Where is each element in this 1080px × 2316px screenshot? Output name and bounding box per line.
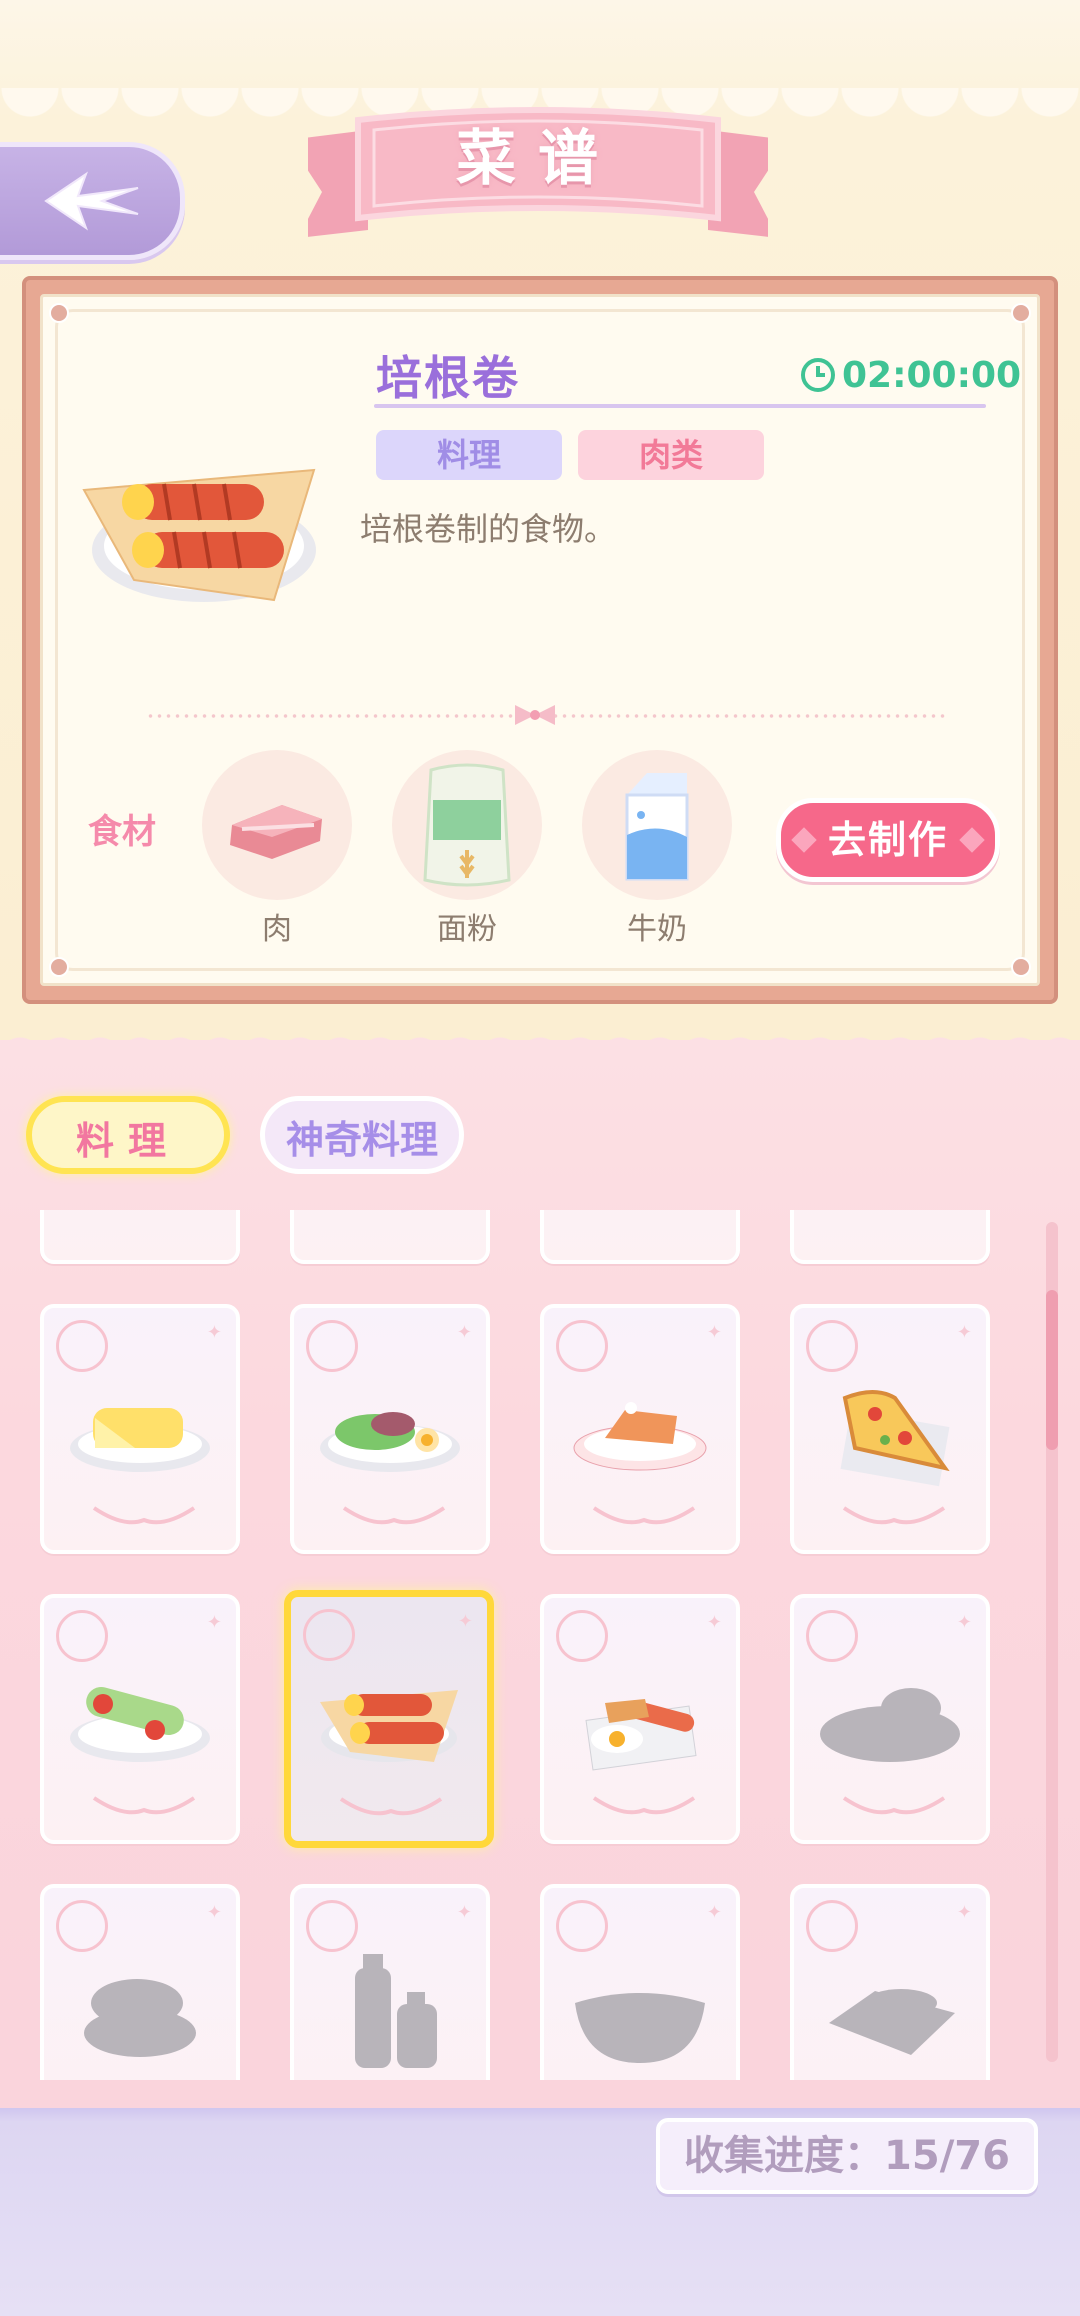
ingredient-flour[interactable] xyxy=(392,750,542,900)
salad-platter-icon xyxy=(320,1412,460,1472)
recipe-card-locked[interactable]: ✦ xyxy=(290,1884,490,2080)
clock-icon xyxy=(801,358,835,392)
back-arrow-icon xyxy=(43,171,138,231)
ingredient-flour-label: 面粉 xyxy=(437,912,497,947)
tab-magic-cuisine[interactable]: 神奇料理 xyxy=(260,1096,464,1174)
name-underline xyxy=(374,404,986,408)
ingredient-meat-label: 肉 xyxy=(262,912,292,947)
cook-timer: 02:00:00 xyxy=(800,350,1021,400)
recipe-card-locked[interactable]: ✦ xyxy=(790,1594,990,1844)
cake-slice-icon xyxy=(573,1402,707,1471)
recipe-card[interactable]: ✦ xyxy=(540,1304,740,1554)
cheese-omelette-icon xyxy=(70,1408,210,1472)
bow-icon xyxy=(515,705,555,725)
tag-type: 肉类 xyxy=(578,430,764,480)
recipe-grid: ✦ ✦ ✦ ✦ ✦ ✦ ✦ ✦ ✦ ✦ ✦ ✦ xyxy=(0,1210,1080,2080)
recipe-card[interactable]: ✦ xyxy=(540,1594,740,1844)
recipe-card[interactable]: ✦ xyxy=(290,1304,490,1554)
recipe-card-locked[interactable]: ✦ xyxy=(40,1884,240,2080)
pizza-slice-icon xyxy=(840,1390,950,1487)
ingredient-milk-label: 牛奶 xyxy=(627,912,687,947)
locked-bottles-icon xyxy=(355,1954,437,2068)
collection-progress: 收集进度：15/76 xyxy=(656,2118,1038,2194)
recipe-card[interactable]: ✦ xyxy=(40,1594,240,1844)
ingredient-meat[interactable] xyxy=(202,750,352,900)
recipe-card[interactable] xyxy=(540,1210,740,1264)
locked-tray-icon xyxy=(829,1989,955,2055)
recipe-card-locked[interactable]: ✦ xyxy=(540,1884,740,2080)
recipe-card[interactable]: ✦ xyxy=(40,1304,240,1554)
tag-category: 料理 xyxy=(376,430,562,480)
breakfast-plate-icon xyxy=(585,1699,697,1771)
back-button[interactable] xyxy=(0,142,185,260)
list-scrollbar-thumb[interactable] xyxy=(1046,1290,1058,1450)
locked-pancake-icon xyxy=(84,1979,196,2057)
locked-dish-icon xyxy=(820,1688,960,1762)
title-ribbon: 菜谱 xyxy=(308,100,768,250)
recipe-name: 培根卷 xyxy=(376,351,520,405)
make-button[interactable]: 去制作 xyxy=(776,798,1000,882)
milk-carton-icon xyxy=(625,773,689,881)
make-button-label: 去制作 xyxy=(827,818,948,862)
flour-bag-icon xyxy=(423,763,511,887)
meat-icon xyxy=(230,805,322,859)
recipe-card[interactable] xyxy=(40,1210,240,1264)
recipe-description: 培根卷制的食物。 xyxy=(360,510,617,548)
recipe-card[interactable] xyxy=(290,1210,490,1264)
bacon-roll-icon xyxy=(320,1690,458,1762)
recipe-card[interactable] xyxy=(790,1210,990,1264)
list-scallop-trim xyxy=(0,1030,1080,1060)
bacon-roll-dish-icon xyxy=(82,468,316,602)
recipe-card-selected[interactable]: ✦ xyxy=(284,1590,494,1848)
ingredients-label: 食材 xyxy=(88,812,156,852)
page-title: 菜谱 xyxy=(456,124,620,194)
tab-cuisine[interactable]: 料理 xyxy=(26,1096,230,1174)
recipe-card-locked[interactable]: ✦ xyxy=(790,1884,990,2080)
ingredient-milk[interactable] xyxy=(582,750,732,900)
veggie-wrap-icon xyxy=(70,1686,210,1762)
timer-text: 02:00:00 xyxy=(842,354,1022,396)
recipe-card[interactable]: ✦ xyxy=(790,1304,990,1554)
locked-bowl-icon xyxy=(575,1993,705,2063)
